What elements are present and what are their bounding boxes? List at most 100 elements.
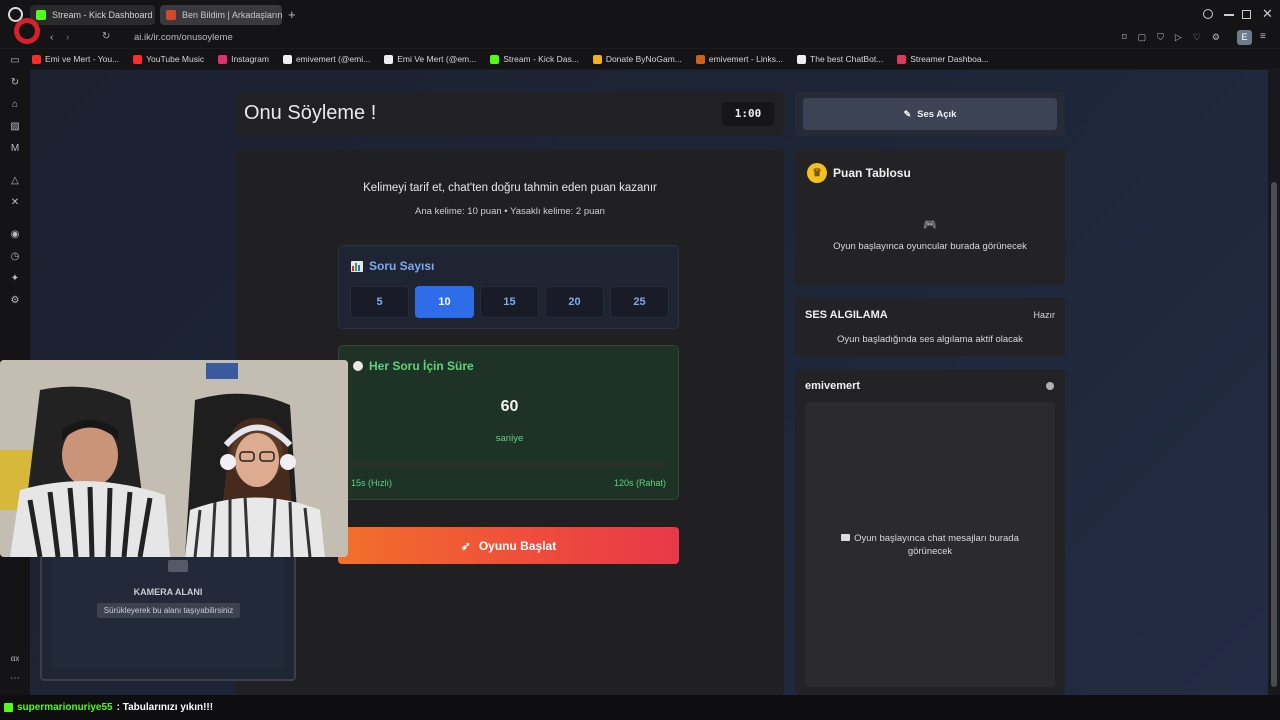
url-text[interactable]: ai.ik/ir.com/onusoyleme [134, 32, 233, 43]
bookmark-favicon-icon [282, 54, 292, 64]
bookmark-favicon-icon [133, 54, 143, 64]
stream-chat-ticker: supermarionuriye55 : Tabularınızı yıkın!… [0, 695, 1280, 720]
new-tab-button[interactable]: + [288, 8, 296, 21]
bookmark-favicon-icon [490, 54, 500, 64]
bookmark-favicon-icon [592, 54, 602, 64]
time-value: 60 [500, 398, 519, 415]
bookmark-label: Instagram [231, 54, 269, 64]
trophy-icon: ♛ [807, 163, 827, 183]
chat-empty-text: Oyun başlayınca chat mesajları burada gö… [825, 532, 1035, 558]
bookmark-item[interactable]: Instagram [218, 54, 269, 64]
bookmark-label: Emi Ve Mert (@em... [397, 54, 477, 64]
tab-label: Stream - Kick Dashboard [52, 10, 153, 20]
scoreboard-empty-text: Oyun başlayınca oyuncular burada görünec… [833, 241, 1027, 252]
menu-icon[interactable]: ≡ [1260, 31, 1266, 42]
bookmark-favicon-icon [797, 54, 807, 64]
pinboard-icon[interactable]: ▨ [9, 121, 21, 133]
bookmark-item[interactable]: emivemert (@emi... [282, 54, 371, 64]
settings-icon[interactable]: ⚙ [9, 295, 21, 307]
bookmark-label: Streamer Dashboa... [910, 54, 989, 64]
bookmark-item[interactable]: The best ChatBot... [797, 54, 883, 64]
question-count-option[interactable]: 15 [480, 286, 539, 318]
start-game-button[interactable]: ➶ Oyunu Başlat [338, 527, 679, 564]
bookmark-favicon-icon [32, 54, 41, 64]
site-icon [166, 10, 176, 20]
camera-area-title: KAMERA ALANI [133, 587, 203, 597]
slider-max-label: 120s (Rahat) [613, 478, 666, 488]
sound-toggle-button[interactable]: ✎ Ses Açık [803, 98, 1057, 130]
webcam-image [0, 360, 348, 557]
question-count-option[interactable]: 5 [350, 286, 409, 318]
slider-min-label: 15s (Hızlı) [351, 478, 393, 488]
audio-detection-title: SES ALGILAMA [805, 309, 888, 321]
tab-ben-bildim[interactable]: Ben Bildim | Arkadaşlarınız [160, 5, 282, 25]
bar-chart-icon [351, 260, 363, 272]
aria-icon[interactable]: △ [9, 175, 21, 187]
browser-tab-bar: Stream - Kick Dashboard Ben Bildim | Ark… [0, 0, 1280, 30]
extensions-toolbar: ⌑ ▢ ⛉ ▷ ♡ ⚙ [1122, 32, 1220, 43]
kick-icon [36, 10, 46, 20]
bookmark-label: The best ChatBot... [810, 54, 884, 64]
wallet-icon[interactable]: ⌂ [9, 99, 21, 111]
profile-avatar[interactable]: E [1237, 30, 1252, 45]
speech-bubble-icon [841, 534, 851, 541]
question-count-option[interactable]: 25 [610, 286, 669, 318]
bookmark-label: emivemert (@emi... [295, 54, 371, 64]
m-app-icon[interactable]: M [9, 143, 21, 155]
x-icon[interactable]: ✕ [9, 197, 21, 209]
shield-icon[interactable]: ⛉ [1157, 32, 1164, 43]
forward-icon[interactable]: › [66, 32, 69, 43]
play-icon[interactable]: ▷ [1175, 32, 1182, 43]
scrollbar-thumb[interactable] [1271, 182, 1277, 687]
minimize-icon[interactable] [1224, 14, 1234, 16]
heart-icon[interactable]: ♡ [1193, 32, 1201, 43]
scoreboard-title: ♛ Puan Tablosu [807, 163, 911, 183]
bookmark-favicon-icon [695, 54, 705, 64]
history-icon[interactable]: ↻ [9, 77, 21, 89]
audio-detection-panel: SES ALGILAMA Hazır Oyun başladığında ses… [795, 298, 1065, 356]
clock-icon[interactable]: ◷ [9, 251, 21, 263]
bookmark-item[interactable]: YouTube Music [133, 54, 204, 64]
player-icon[interactable]: ◉ [9, 229, 21, 241]
snapshot-icon[interactable]: ▢ [1138, 32, 1147, 43]
connection-status-dot [1046, 382, 1054, 390]
bookmark-item[interactable]: Streamer Dashboa... [897, 54, 989, 64]
bookmark-item[interactable]: emivemert - Links... [695, 54, 783, 64]
chat-panel: emivemert Oyun başlayınca chat mesajları… [795, 370, 1065, 695]
question-count-option-selected[interactable]: 10 [415, 286, 474, 318]
address-bar[interactable]: ‹ › ↻ ai.ik/ir.com/onusoyleme ⌑ ▢ ⛉ ▷ ♡ … [0, 14, 1280, 48]
bookmark-item[interactable]: Stream - Kick Das... [490, 54, 579, 64]
bookmark-icon[interactable]: ⌑ [1122, 32, 1127, 43]
page-title: Onu Söyleme ! [244, 102, 377, 124]
bookmark-label: Emi ve Mert - You... [45, 54, 120, 64]
chat-message: : Tabularınızı yıkın!!! [116, 702, 214, 713]
ax-icon[interactable]: αx [9, 653, 21, 665]
bookmark-favicon-icon [218, 54, 228, 64]
chat-channel-name: emivemert [805, 380, 861, 392]
bookmark-favicon-icon [384, 54, 394, 64]
bookmark-item[interactable]: Donate ByNoGam... [592, 54, 682, 64]
messenger-icon[interactable]: ▭ [9, 55, 21, 67]
gamepad-icon: 🎮 [923, 219, 937, 231]
extensions-icon[interactable]: ⚙ [1212, 32, 1220, 43]
bookmark-item[interactable]: Emi Ve Mert (@em... [384, 54, 476, 64]
tab-stream-kick[interactable]: Stream - Kick Dashboard [30, 5, 155, 25]
game-description: Kelimeyi tarif et, chat'ten doğru tahmin… [363, 182, 657, 194]
time-slider[interactable] [351, 462, 668, 466]
more-icon[interactable]: ⋯ [9, 673, 21, 685]
back-icon[interactable]: ‹ [50, 32, 53, 43]
camera-area[interactable]: KAMERA ALANI Sürükleyerek bu alanı taşıy… [40, 552, 296, 681]
close-icon[interactable]: ✕ [1262, 6, 1273, 22]
bookmark-item[interactable]: Emi ve Mert - You... [32, 54, 119, 64]
audio-detection-status: Hazır [1033, 310, 1055, 320]
extensions-rail-icon[interactable]: ✦ [9, 273, 21, 285]
camera-icon [168, 560, 188, 572]
maximize-icon[interactable] [1242, 10, 1251, 19]
bookmark-label: YouTube Music [146, 54, 205, 64]
search-tabs-icon[interactable] [1203, 9, 1213, 19]
page-scrollbar[interactable] [1268, 70, 1280, 695]
start-game-label: Oyunu Başlat [478, 538, 557, 553]
chat-messages-area[interactable]: Oyun başlayınca chat mesajları burada gö… [805, 402, 1055, 687]
question-count-option[interactable]: 20 [545, 286, 604, 318]
reload-icon[interactable]: ↻ [102, 31, 110, 42]
